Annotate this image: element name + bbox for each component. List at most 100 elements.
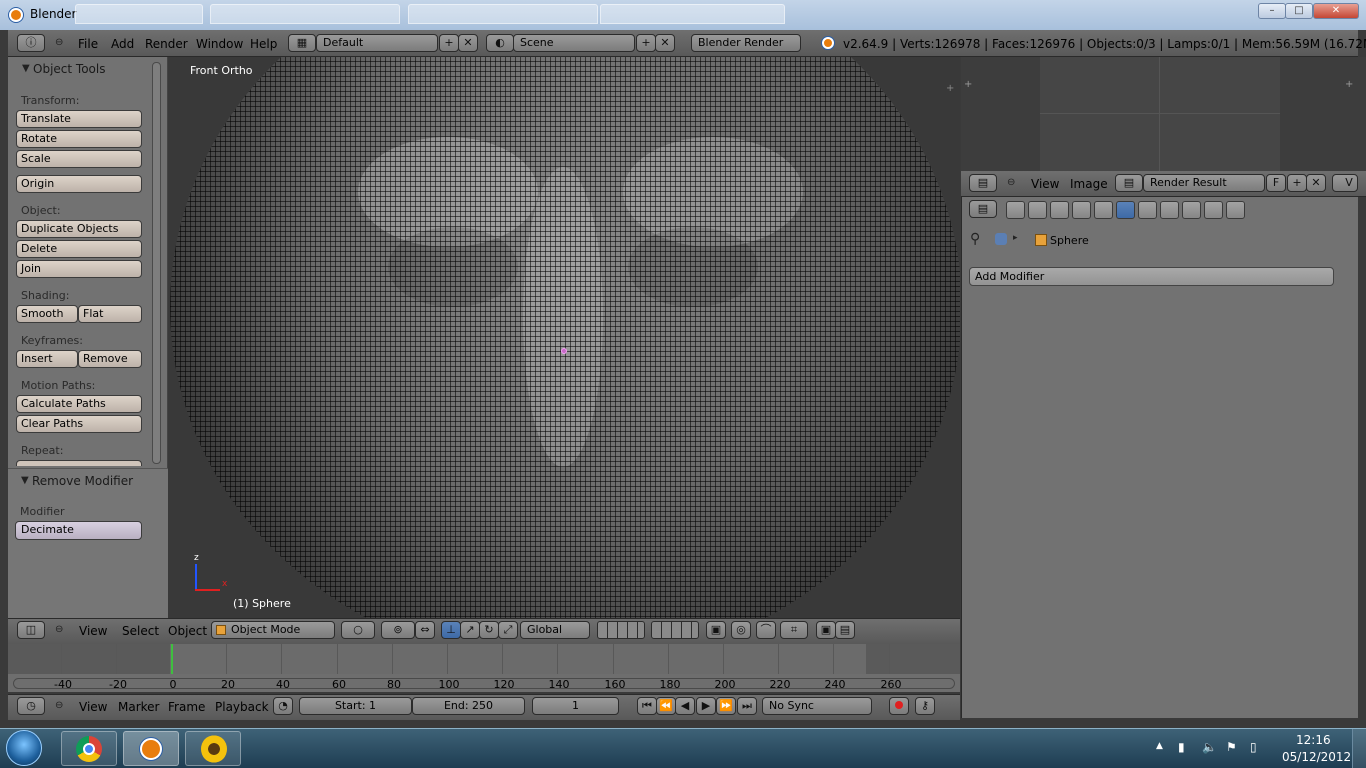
volume-icon[interactable]: 🔈 xyxy=(1202,740,1217,754)
current-frame-field[interactable]: 1 xyxy=(532,697,619,715)
menu-view[interactable]: View xyxy=(79,700,107,714)
collapse-menu-icon[interactable]: ⊖ xyxy=(55,624,63,635)
repeat-last-button[interactable] xyxy=(16,460,142,466)
object-tab-icon[interactable] xyxy=(1072,201,1091,219)
pin-icon[interactable]: ⚲ xyxy=(970,231,980,247)
3d-viewport[interactable]: Front Ortho (1) Sphere z x + xyxy=(168,57,960,618)
play-reverse-icon[interactable]: ◀ xyxy=(675,697,695,715)
clear-paths-button[interactable]: Clear Paths xyxy=(16,415,142,433)
origin-button[interactable]: Origin xyxy=(16,175,142,193)
constraints-tab-icon[interactable] xyxy=(1094,201,1113,219)
jump-end-icon[interactable]: ⏭ xyxy=(737,697,757,715)
clock-time[interactable]: 12:16 xyxy=(1296,733,1331,747)
render-still-icon[interactable]: ▣ xyxy=(816,621,836,639)
rotate-manipulator-icon[interactable]: ↻ xyxy=(479,621,499,639)
duplicate-objects-button[interactable]: Duplicate Objects xyxy=(16,220,142,238)
battery-icon[interactable]: ▯ xyxy=(1250,740,1257,754)
editor-type-icon[interactable]: ▤ xyxy=(969,174,997,192)
menu-file[interactable]: File xyxy=(78,37,98,51)
scene-browse-icon[interactable]: ◐ xyxy=(486,34,514,52)
physics-tab-icon[interactable] xyxy=(1226,201,1245,219)
network-icon[interactable]: ▮ xyxy=(1178,740,1185,754)
calculate-paths-button[interactable]: Calculate Paths xyxy=(16,395,142,413)
object-origin-point[interactable] xyxy=(561,348,567,354)
editor-type-icon[interactable]: ◷ xyxy=(17,697,45,715)
record-icon[interactable] xyxy=(889,697,909,715)
start-button[interactable] xyxy=(6,730,42,766)
manipulator-toggle-icon[interactable]: ⊥ xyxy=(441,621,461,639)
translate-button[interactable]: Translate xyxy=(16,110,142,128)
clock-date[interactable]: 05/12/2012 xyxy=(1282,750,1351,764)
mode-dropdown[interactable]: Object Mode xyxy=(211,621,335,639)
chrome-taskbar-item[interactable] xyxy=(61,731,117,766)
scene-name-field[interactable]: Scene xyxy=(513,34,635,52)
collapse-menu-icon[interactable]: ⊖ xyxy=(55,700,63,711)
toolshelf-scrollbar[interactable] xyxy=(152,62,161,464)
render-tab-icon[interactable] xyxy=(1006,201,1025,219)
split-corner-icon[interactable]: + xyxy=(946,83,954,94)
collapse-menu-icon[interactable]: ⊖ xyxy=(55,37,63,48)
viewport-shading-icon[interactable]: ○ xyxy=(341,621,375,639)
minimize-button[interactable]: – xyxy=(1258,3,1286,19)
preview-range-icon[interactable]: ◔ xyxy=(273,697,293,715)
menu-image[interactable]: Image xyxy=(1070,177,1108,191)
menu-marker[interactable]: Marker xyxy=(118,700,159,714)
new-image-icon[interactable]: + xyxy=(1287,174,1307,192)
keying-set-icon[interactable]: ⚷ xyxy=(915,697,935,715)
smooth-button[interactable]: Smooth xyxy=(16,305,78,323)
menu-select[interactable]: Select xyxy=(122,624,159,638)
modifier-name-field[interactable]: Decimate xyxy=(15,521,142,540)
render-engine-dropdown[interactable]: Blender Render xyxy=(691,34,801,52)
play-icon[interactable]: ▶ xyxy=(696,697,716,715)
lock-camera-icon[interactable]: ▣ xyxy=(706,621,726,639)
flat-button[interactable]: Flat xyxy=(78,305,142,323)
add-layout-icon[interactable]: + xyxy=(439,34,459,52)
collapse-arrow-icon[interactable]: ▼ xyxy=(21,475,29,486)
view-dropdown[interactable]: V xyxy=(1332,174,1358,192)
render-animation-icon[interactable]: ▤ xyxy=(835,621,855,639)
current-frame-marker[interactable] xyxy=(171,644,173,674)
layers-row-1[interactable] xyxy=(597,621,645,639)
start-frame-field[interactable]: Start: 1 xyxy=(299,697,412,715)
collapse-arrow-icon[interactable]: ▼ xyxy=(22,63,30,74)
particles-tab-icon[interactable] xyxy=(1204,201,1223,219)
menu-help[interactable]: Help xyxy=(250,37,277,51)
scale-button[interactable]: Scale xyxy=(16,150,142,168)
fake-user-button[interactable]: F xyxy=(1266,174,1286,192)
texture-tab-icon[interactable] xyxy=(1182,201,1201,219)
blender-taskbar-item[interactable] xyxy=(123,731,179,766)
modifiers-wrench-icon[interactable] xyxy=(1116,201,1135,219)
close-button[interactable]: ✕ xyxy=(1313,3,1359,19)
menu-view[interactable]: View xyxy=(1031,177,1059,191)
sync-mode-dropdown[interactable]: No Sync xyxy=(762,697,872,715)
manipulate-center-icon[interactable]: ⇔ xyxy=(415,621,435,639)
menu-render[interactable]: Render xyxy=(145,37,188,51)
transform-orientation-dropdown[interactable]: Global xyxy=(520,621,590,639)
menu-frame[interactable]: Frame xyxy=(168,700,205,714)
menu-view[interactable]: View xyxy=(79,624,107,638)
remove-keyframe-button[interactable]: Remove xyxy=(78,350,142,368)
layout-browse-icon[interactable]: ▦ xyxy=(288,34,316,52)
add-modifier-dropdown[interactable]: Add Modifier xyxy=(969,267,1334,286)
menu-playback[interactable]: Playback xyxy=(215,700,269,714)
maximize-button[interactable]: □ xyxy=(1285,3,1313,19)
collapse-menu-icon[interactable]: ⊖ xyxy=(1007,177,1015,188)
translate-manipulator-icon[interactable]: ↗ xyxy=(460,621,480,639)
delete-scene-icon[interactable]: ✕ xyxy=(655,34,675,52)
show-hidden-icons[interactable]: ▲ xyxy=(1156,741,1163,751)
next-keyframe-icon[interactable]: ⏩ xyxy=(716,697,736,715)
show-desktop-button[interactable] xyxy=(1352,729,1366,768)
prev-keyframe-icon[interactable]: ⏪ xyxy=(656,697,676,715)
scale-manipulator-icon[interactable]: ⤢ xyxy=(498,621,518,639)
scene-tab-icon[interactable] xyxy=(1028,201,1047,219)
data-tab-icon[interactable] xyxy=(1138,201,1157,219)
layers-row-2[interactable] xyxy=(651,621,699,639)
menu-window[interactable]: Window xyxy=(196,37,243,51)
menu-add[interactable]: Add xyxy=(111,37,134,51)
delete-layout-icon[interactable]: ✕ xyxy=(458,34,478,52)
image-viewer-taskbar-item[interactable] xyxy=(185,731,241,766)
delete-button[interactable]: Delete xyxy=(16,240,142,258)
snap-element-icon[interactable]: ⌗ xyxy=(780,621,808,639)
remove-modifier-panel-title[interactable]: Remove Modifier xyxy=(32,474,133,488)
menu-object[interactable]: Object xyxy=(168,624,207,638)
